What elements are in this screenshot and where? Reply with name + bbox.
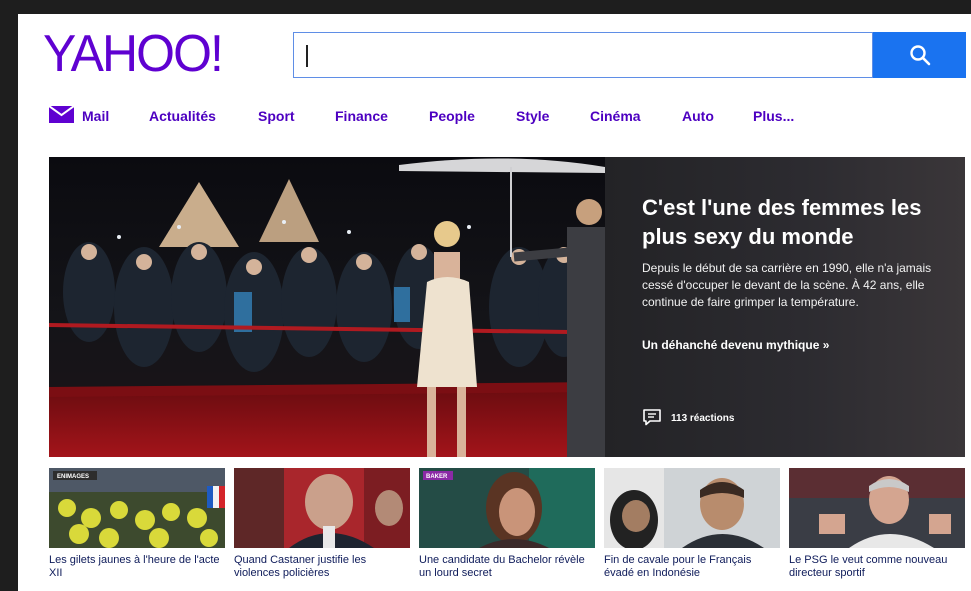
card-caption[interactable]: Une candidate du Bachelor révèle un lour… — [419, 554, 595, 580]
nav-item-finance[interactable]: Finance — [335, 108, 429, 124]
news-card[interactable]: Quand Castaner justifie les violences po… — [234, 468, 410, 591]
top-navigation: Mail Actualités Sport Finance People Sty… — [48, 105, 794, 126]
hero-title[interactable]: C'est l'une des femmes les plus sexy du … — [642, 193, 942, 251]
nav-item-mail[interactable]: Mail — [48, 105, 149, 126]
card-badge: ENIMAGES — [57, 474, 89, 480]
nav-item-people[interactable]: People — [429, 108, 516, 124]
search-input[interactable] — [310, 39, 864, 73]
comment-icon — [642, 408, 662, 429]
card-caption[interactable]: Quand Castaner justifie les violences po… — [234, 554, 410, 580]
hero-read-more-link[interactable]: Un déhanché devenu mythique » — [642, 338, 942, 352]
card-thumbnail — [604, 468, 780, 548]
news-card[interactable]: ENIMAGES Les gilets jaunes à l'heure de … — [49, 468, 225, 591]
search-icon — [909, 45, 930, 66]
news-card[interactable]: Le PSG le veut comme nouveau directeur s… — [789, 468, 965, 591]
yahoo-logo[interactable]: YAHOO! — [43, 24, 224, 84]
envelope-icon — [48, 105, 75, 126]
card-caption[interactable]: Le PSG le veut comme nouveau directeur s… — [789, 554, 965, 580]
nav-item-label: Mail — [82, 108, 110, 124]
hero-story[interactable]: C'est l'une des femmes les plus sexy du … — [49, 157, 965, 457]
nav-item-plus[interactable]: Plus... — [753, 108, 794, 124]
nav-item-auto[interactable]: Auto — [682, 108, 753, 124]
card-thumbnail: BAKER — [419, 468, 595, 548]
news-cards: ENIMAGES Les gilets jaunes à l'heure de … — [49, 468, 965, 591]
news-card[interactable]: BAKER Une candidate du Bachelor révèle u… — [419, 468, 595, 591]
hero-photo — [49, 157, 605, 457]
reactions-count: 113 réactions — [671, 413, 735, 424]
nav-item-actualites[interactable]: Actualités — [149, 108, 258, 124]
card-thumbnail — [789, 468, 965, 548]
search-button[interactable] — [873, 32, 966, 78]
card-thumbnail: ENIMAGES — [49, 468, 225, 548]
nav-item-cinema[interactable]: Cinéma — [590, 108, 682, 124]
nav-item-sport[interactable]: Sport — [258, 108, 335, 124]
card-badge: BAKER — [426, 474, 448, 480]
nav-item-style[interactable]: Style — [516, 108, 590, 124]
news-card[interactable]: Fin de cavale pour le Français évadé en … — [604, 468, 780, 591]
search-box[interactable] — [293, 32, 873, 78]
hero-reactions[interactable]: 113 réactions — [642, 408, 734, 429]
hero-text-panel: C'est l'une des femmes les plus sexy du … — [605, 157, 965, 457]
yahoo-homepage: YAHOO! Mail Actualités Sport Finance Peo… — [18, 14, 971, 591]
text-cursor — [306, 45, 308, 67]
card-thumbnail — [234, 468, 410, 548]
card-caption[interactable]: Fin de cavale pour le Français évadé en … — [604, 554, 780, 580]
card-caption[interactable]: Les gilets jaunes à l'heure de l'acte XI… — [49, 554, 225, 580]
hero-description: Depuis le début de sa carrière en 1990, … — [642, 261, 932, 309]
